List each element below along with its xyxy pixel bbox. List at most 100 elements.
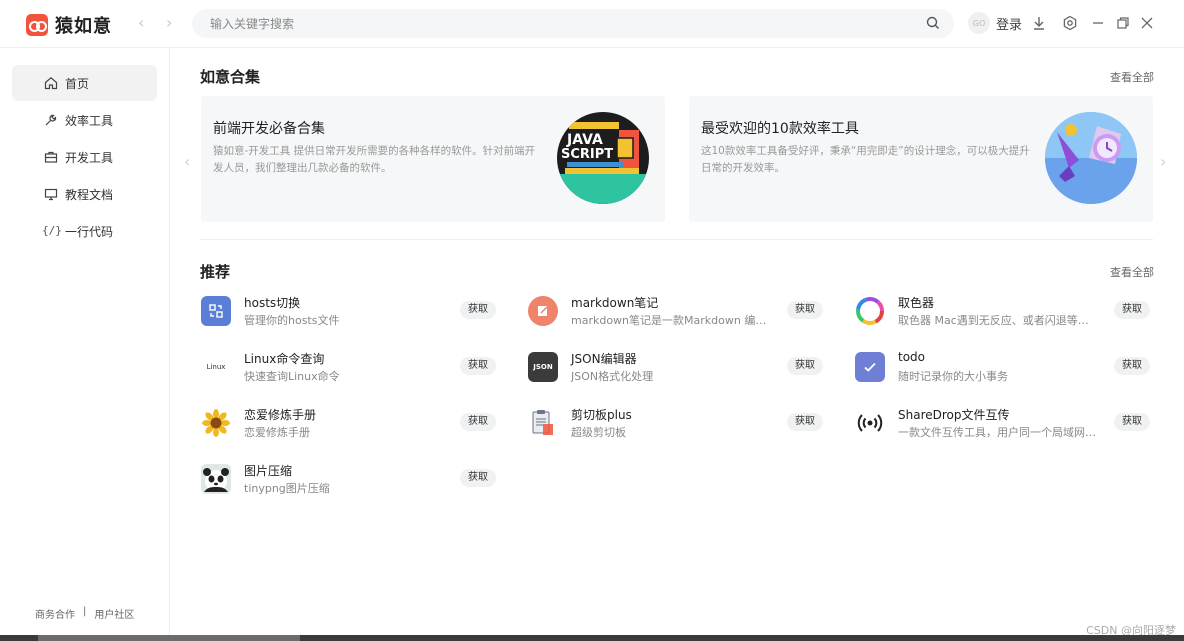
get-button[interactable]: 获取 — [787, 413, 823, 431]
get-button[interactable]: 获取 — [1114, 301, 1150, 319]
app-name: todo — [898, 350, 926, 364]
json-icon-text: JSON — [533, 363, 553, 371]
settings-icon[interactable] — [1062, 15, 1078, 31]
minimize-icon[interactable] — [1090, 15, 1106, 31]
restore-icon[interactable] — [1115, 15, 1131, 31]
search-bar — [192, 9, 954, 38]
download-icon[interactable] — [1031, 15, 1047, 31]
app-desc: 取色器 Mac遇到无反应、或者闪退等情... — [898, 314, 1098, 327]
business-link[interactable]: 商务合作 — [35, 606, 75, 621]
list-item[interactable]: 恋爱修炼手册 恋爱修炼手册 获取 — [201, 406, 501, 442]
get-button[interactable]: 获取 — [460, 357, 496, 375]
sidebar: 首页 效率工具 开发工具 教程文档 {/} 一行代码 商务合作 | 用户社区 — [0, 48, 170, 635]
list-item[interactable]: 图片压缩 tinypng图片压缩 获取 — [201, 462, 501, 498]
todo-check-icon — [855, 352, 885, 382]
back-icon[interactable]: ‹ — [138, 13, 144, 32]
get-button[interactable]: 获取 — [787, 301, 823, 319]
login-label: 登录 — [996, 17, 1023, 33]
get-button[interactable]: 获取 — [1114, 413, 1150, 431]
logo-icon — [26, 14, 48, 36]
toolbox-icon — [44, 151, 58, 163]
sidebar-item-label: 教程文档 — [65, 187, 114, 202]
sidebar-footer: 商务合作 | 用户社区 — [35, 606, 134, 621]
sharedrop-icon — [855, 408, 885, 438]
app-name: ShareDrop文件互传 — [898, 408, 1010, 422]
app-name: markdown笔记 — [571, 296, 659, 310]
app-name: 恋爱修炼手册 — [244, 408, 317, 422]
sidebar-item-efficiency[interactable]: 效率工具 — [12, 102, 157, 138]
taskbar-item[interactable] — [38, 635, 300, 641]
sidebar-item-label: 开发工具 — [65, 150, 114, 165]
sidebar-item-home[interactable]: 首页 — [12, 65, 157, 101]
linux-icon-text: Linux — [206, 363, 226, 371]
list-item[interactable]: markdown笔记 markdown笔记是一款Markdown 编辑器... … — [528, 294, 828, 330]
app-desc: 超级剪切板 — [571, 426, 626, 439]
community-link[interactable]: 用户社区 — [94, 606, 134, 621]
carousel-next-icon[interactable]: › — [1160, 152, 1166, 171]
app-name: hosts切换 — [244, 296, 301, 310]
sidebar-item-devtools[interactable]: 开发工具 — [12, 139, 157, 175]
sidebar-item-code[interactable]: {/} 一行代码 — [12, 213, 157, 249]
app-desc: 管理你的hosts文件 — [244, 314, 340, 327]
app-name: 取色器 — [898, 296, 935, 310]
app-name: 猿如意 — [55, 16, 112, 37]
list-item[interactable]: todo 随时记录你的大小事务 获取 — [855, 350, 1155, 386]
title-bar: 猿如意 ‹ › GO 登录 — [0, 0, 1184, 48]
recommend-title: 推荐 — [200, 263, 231, 281]
avatar: GO — [968, 12, 990, 34]
collection-see-all-link[interactable]: 查看全部 — [1110, 69, 1154, 85]
recommend-see-all-link[interactable]: 查看全部 — [1110, 264, 1154, 280]
collection-card-efficiency[interactable]: 最受欢迎的10款效率工具 这10款效率工具备受好评，秉承“用完即走”的设计理念，… — [689, 96, 1153, 222]
collection-card-frontend[interactable]: 前端开发必备合集 猿如意-开发工具 提供日常开发所需要的各种各样的软件。针对前端… — [201, 96, 665, 222]
list-item[interactable]: ShareDrop文件互传 一款文件互传工具，用户同一个局域网内... 获取 — [855, 406, 1155, 442]
search-icon[interactable] — [926, 16, 940, 30]
home-icon — [44, 77, 58, 90]
app-desc: 一款文件互传工具，用户同一个局域网内... — [898, 426, 1098, 439]
card-art-text-script: SCRIPT — [561, 147, 613, 162]
card-desc: 猿如意-开发工具 提供日常开发所需要的各种各样的软件。针对前端开发人员，我们整理… — [213, 145, 536, 174]
get-button[interactable]: 获取 — [460, 301, 496, 319]
section-divider — [200, 239, 1153, 240]
clipboard-icon — [528, 408, 558, 438]
monitor-icon — [44, 188, 58, 201]
javascript-books-illustration: JAVA SCRIPT — [557, 112, 649, 204]
footer-separator: | — [83, 606, 87, 617]
app-desc: 快速查询Linux命令 — [244, 370, 340, 383]
sidebar-item-label: 首页 — [65, 76, 90, 91]
list-item[interactable]: 取色器 取色器 Mac遇到无反应、或者闪退等情... 获取 — [855, 294, 1155, 330]
sidebar-item-label: 效率工具 — [65, 113, 114, 128]
get-button[interactable]: 获取 — [460, 469, 496, 487]
taskbar — [0, 635, 1184, 641]
collection-title: 如意合集 — [200, 68, 261, 86]
forward-icon[interactable]: › — [166, 13, 172, 32]
sidebar-item-docs[interactable]: 教程文档 — [12, 176, 157, 212]
app-desc: markdown笔记是一款Markdown 编辑器... — [571, 314, 771, 327]
linux-icon: Linux — [201, 352, 231, 382]
app-desc: 恋爱修炼手册 — [244, 426, 310, 439]
list-item[interactable]: 剪切板plus 超级剪切板 获取 — [528, 406, 828, 442]
app-logo[interactable]: 猿如意 — [26, 12, 112, 38]
app-name: JSON编辑器 — [571, 352, 637, 366]
search-input[interactable] — [192, 9, 892, 38]
markdown-note-icon — [528, 296, 558, 326]
card-title: 前端开发必备合集 — [213, 121, 325, 137]
list-item[interactable]: hosts切换 管理你的hosts文件 获取 — [201, 294, 501, 330]
login-button[interactable]: GO 登录 — [968, 12, 1022, 34]
carousel-prev-icon[interactable]: ‹ — [184, 152, 190, 171]
card-art-text-java: JAVA — [566, 132, 603, 148]
color-picker-icon — [855, 296, 885, 326]
app-name: Linux命令查询 — [244, 352, 325, 366]
list-item[interactable]: Linux Linux命令查询 快速查询Linux命令 获取 — [201, 350, 501, 386]
hosts-switch-icon — [201, 296, 231, 326]
card-desc: 这10款效率工具备受好评，秉承“用完即走”的设计理念，可以极大提升日常的开发效率… — [701, 145, 1030, 174]
sunflower-icon — [201, 408, 231, 438]
get-button[interactable]: 获取 — [787, 357, 823, 375]
get-button[interactable]: 获取 — [1114, 357, 1150, 375]
app-name: 剪切板plus — [571, 408, 632, 422]
get-button[interactable]: 获取 — [460, 413, 496, 431]
close-icon[interactable] — [1139, 15, 1155, 31]
app-desc: 随时记录你的大小事务 — [898, 370, 1008, 383]
app-name: 图片压缩 — [244, 464, 293, 478]
code-icon: {/} — [42, 224, 62, 237]
list-item[interactable]: JSON JSON编辑器 JSON格式化处理 获取 — [528, 350, 828, 386]
